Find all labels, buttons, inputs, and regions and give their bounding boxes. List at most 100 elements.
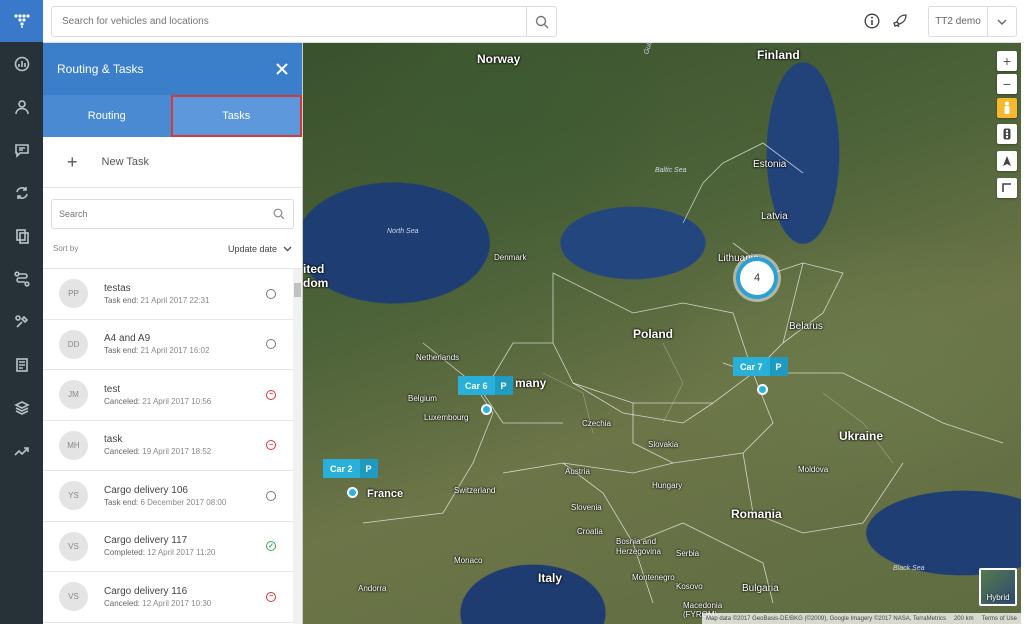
search-icon	[273, 208, 285, 220]
rail-sync[interactable]	[0, 171, 43, 214]
label-north-sea: North Sea	[387, 228, 419, 235]
task-item[interactable]: MH task Canceled: 19 April 2017 18:52−	[43, 421, 302, 471]
rail-users[interactable]	[0, 85, 43, 128]
task-status-open-icon	[266, 490, 276, 501]
task-item[interactable]: JM test Canceled: 21 April 2017 10:56−	[43, 370, 302, 421]
task-search-input[interactable]	[52, 209, 265, 219]
measure-button[interactable]	[997, 178, 1017, 198]
label-belarus: Belarus	[789, 321, 823, 332]
traffic-button[interactable]	[997, 124, 1017, 144]
vehicle-search-input[interactable]	[52, 7, 522, 36]
task-avatar: DD	[59, 329, 88, 359]
task-item[interactable]: PP testas Task end: 21 April 2017 22:31	[43, 269, 302, 320]
account-dropdown[interactable]	[988, 7, 1016, 36]
left-rail	[0, 0, 43, 624]
rail-dashboard[interactable]	[0, 42, 43, 85]
car-2-marker[interactable]	[347, 487, 358, 498]
label-andorra: Andorra	[358, 584, 387, 593]
zoom-in-button[interactable]: +	[997, 51, 1017, 71]
hybrid-label: Hybrid	[986, 593, 1010, 602]
rail-layers[interactable]	[0, 386, 43, 429]
task-name: Cargo delivery 116	[104, 585, 188, 597]
tab-routing[interactable]: Routing	[43, 95, 171, 137]
task-date: 21 April 2017 16:02	[140, 346, 210, 356]
rail-routes[interactable]	[0, 257, 43, 300]
label-ukraine: Ukraine	[839, 429, 884, 443]
routing-tasks-panel: Routing & Tasks Routing Tasks + New Task…	[43, 43, 303, 624]
account-selector[interactable]: TT2 demo	[928, 6, 1017, 37]
rail-documents[interactable]	[0, 214, 43, 257]
new-task-label: New Task	[101, 156, 149, 168]
car-6-marker[interactable]	[481, 404, 492, 415]
zoom-out-button[interactable]: −	[997, 74, 1017, 94]
trend-icon	[13, 446, 29, 456]
task-item[interactable]: YS Cargo delivery 106 Task end: 6 December…	[43, 471, 302, 522]
car-name: Car 2	[330, 463, 353, 474]
task-status-canceled-icon: −	[266, 591, 276, 602]
label-france: France	[367, 488, 404, 500]
task-item[interactable]: DD A4 and A9 Task end: 21 April 2017 16:02	[43, 320, 302, 370]
navigate-button[interactable]	[997, 151, 1017, 171]
task-subline: Task end: 21 April 2017 22:31	[104, 296, 266, 305]
task-avatar: MH	[59, 430, 88, 460]
task-item[interactable]: VS Cargo delivery 116 Canceled: 12 April 2…	[43, 572, 302, 623]
chevron-down-icon[interactable]	[283, 246, 292, 252]
task-status-open-icon	[266, 339, 276, 350]
task-list-scrollbar[interactable]	[293, 269, 302, 624]
rail-reports[interactable]	[0, 343, 43, 386]
panel-title: Routing & Tasks	[57, 62, 144, 76]
task-name: A4 and A9	[104, 333, 151, 345]
car-name: Car 7	[740, 361, 763, 372]
rail-tasks[interactable]	[0, 300, 43, 343]
street-view-button[interactable]	[997, 98, 1017, 118]
map-type-hybrid[interactable]: Hybrid	[979, 568, 1017, 606]
task-search	[51, 199, 294, 229]
scrollbar-thumb[interactable]	[294, 283, 301, 297]
app-logo[interactable]	[0, 0, 43, 42]
task-search-button[interactable]	[265, 208, 293, 220]
label-black-sea: Black Sea	[893, 565, 925, 572]
label-belgium: Belgium	[408, 394, 437, 403]
sort-value[interactable]: Update date	[228, 244, 277, 254]
sort-row: Sort by Update date	[43, 229, 302, 269]
map-attribution: Map data ©2017 GeoBasis-DE/BKG (©2009), …	[702, 613, 1021, 624]
tab-tasks[interactable]: Tasks	[170, 95, 302, 137]
close-panel-button[interactable]	[276, 60, 288, 78]
car-2-tag[interactable]: Car 2 P	[323, 459, 378, 478]
search-button[interactable]	[526, 7, 556, 36]
task-status-label: Task end:	[104, 295, 139, 305]
task-item[interactable]: VS Cargo delivery 117 Completed: 12 April …	[43, 522, 302, 572]
label-slovenia: Slovenia	[571, 503, 602, 512]
label-germany: many	[515, 376, 547, 390]
launch-button[interactable]	[891, 12, 909, 30]
car-badge: P	[769, 357, 788, 376]
dashboard-icon	[14, 56, 29, 71]
close-icon	[276, 63, 288, 75]
map-view[interactable]: Norway Finland Estonia Latvia Lithuania …	[303, 43, 1021, 624]
rail-analytics[interactable]	[0, 429, 43, 472]
label-estonia: Estonia	[753, 159, 787, 170]
task-text: testas Task end: 21 April 2017 22:31	[104, 283, 266, 305]
info-button[interactable]	[863, 12, 881, 30]
reports-icon	[15, 357, 28, 372]
rail-messages[interactable]	[0, 128, 43, 171]
label-romania: Romania	[731, 507, 782, 521]
sync-icon	[15, 186, 28, 199]
car-7-tag[interactable]: Car 7 P	[733, 357, 788, 376]
task-status-open-icon	[266, 288, 276, 299]
vehicle-cluster[interactable]: 4	[736, 257, 778, 299]
label-austria: Austria	[565, 467, 590, 476]
label-denmark: Denmark	[494, 253, 527, 262]
task-date: 6 December 2017 08:00	[140, 497, 227, 507]
task-avatar: YS	[59, 481, 88, 511]
label-croatia: Croatia	[577, 527, 603, 536]
car-6-tag[interactable]: Car 6 P	[458, 376, 513, 395]
task-status-completed-icon: ✓	[266, 541, 276, 552]
terms-link[interactable]: Terms of Use	[982, 616, 1017, 622]
task-status-label: Completed:	[104, 548, 145, 558]
label-baltic-sea: Baltic Sea	[655, 167, 687, 174]
car-7-marker[interactable]	[757, 384, 768, 395]
task-text: Cargo delivery 106 Task end: 6 December 2…	[104, 485, 266, 507]
scale-label: 200 km	[953, 615, 974, 622]
new-task-button[interactable]: + New Task	[43, 137, 302, 188]
